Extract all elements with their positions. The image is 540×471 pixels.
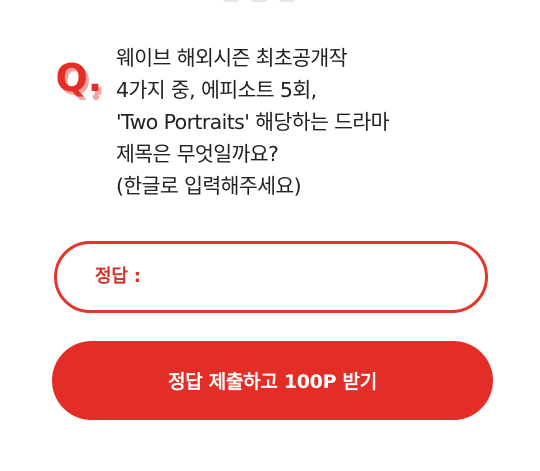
answer-field[interactable]: 정답 : bbox=[54, 241, 488, 313]
question-line: (한글로 입력해주세요) bbox=[116, 174, 302, 198]
question-line: 웨이브 해외시즌 최초공개작 bbox=[116, 46, 348, 70]
answer-label: 정답 : bbox=[95, 266, 141, 287]
question-line: 'Two Portraits' 해당하는 드라마 bbox=[116, 110, 390, 134]
question-line: 제목은 무엇일까요? bbox=[116, 142, 279, 166]
clipped-top-content bbox=[222, 0, 318, 4]
clipped-top-mark bbox=[278, 0, 296, 2]
answer-input[interactable] bbox=[167, 254, 461, 302]
clipped-top-mark bbox=[222, 0, 240, 2]
question-line: 4가지 중, 에피소트 5회, bbox=[116, 78, 317, 102]
submit-answer-button[interactable]: 정답 제출하고 100P 받기 bbox=[52, 341, 493, 420]
svg-text:Q.: Q. bbox=[56, 56, 103, 100]
clipped-top-mark bbox=[250, 0, 268, 2]
question-text: 웨이브 해외시즌 최초공개작 4가지 중, 에피소트 5회, 'Two Port… bbox=[116, 42, 486, 202]
q-letter-badge-icon: Q. Q. bbox=[56, 56, 106, 104]
quiz-question: Q. Q. 웨이브 해외시즌 최초공개작 4가지 중, 에피소트 5회, 'Tw… bbox=[54, 42, 494, 217]
